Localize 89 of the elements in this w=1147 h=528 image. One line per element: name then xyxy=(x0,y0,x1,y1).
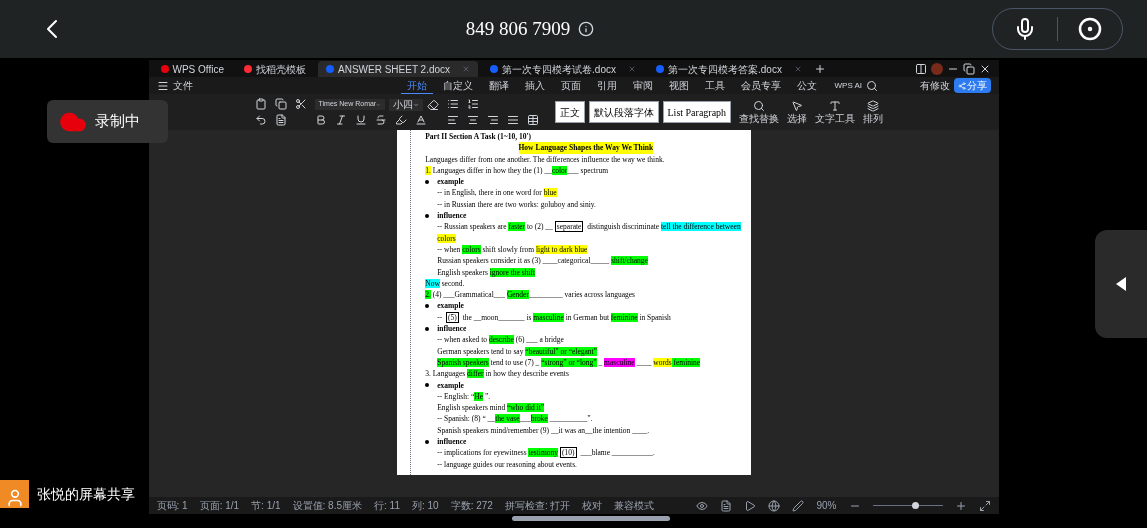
share-icon xyxy=(957,81,966,90)
phone-number: 849 806 7909 xyxy=(465,16,571,41)
new-tab-icon[interactable] xyxy=(813,63,826,75)
status-item: 拼写检查: 打开 xyxy=(504,499,571,513)
status-item: 校对 xyxy=(582,499,603,513)
style-preset[interactable]: List Paragraph xyxy=(662,101,732,123)
underline-icon[interactable] xyxy=(354,113,367,126)
tool-button[interactable]: 文字工具 xyxy=(815,100,856,124)
modified-status[interactable]: 有修改 xyxy=(919,78,950,93)
status-item: 页码: 1 xyxy=(156,499,188,513)
status-item: 设置值: 8.5厘米 xyxy=(292,499,363,513)
align-center-icon[interactable] xyxy=(466,114,479,126)
record-icon[interactable] xyxy=(1078,17,1102,41)
document-tab[interactable]: 第一次专四模考答案.docx xyxy=(648,61,810,77)
align-left-icon[interactable] xyxy=(446,114,459,126)
bullet-icon xyxy=(425,179,430,184)
fullscreen-icon[interactable] xyxy=(978,499,991,512)
strikethrough-icon[interactable] xyxy=(374,113,387,126)
document-tab[interactable]: 找稻壳模板 xyxy=(236,61,314,77)
ribbon-tab[interactable]: 页面 xyxy=(554,78,587,93)
globe-icon[interactable] xyxy=(768,499,781,512)
zoom-reading: 90% xyxy=(816,499,837,513)
document-tab[interactable]: ANSWER SHEET 2.docx xyxy=(318,61,479,77)
ribbon-tab[interactable]: 工具 xyxy=(698,78,731,93)
ai-button[interactable]: WPS AI xyxy=(834,79,863,92)
status-item: 节: 1/1 xyxy=(251,499,281,513)
undo-icon[interactable] xyxy=(254,114,267,126)
info-icon[interactable] xyxy=(578,21,595,37)
ribbon-tab[interactable]: 开始 xyxy=(400,77,433,94)
pen-icon[interactable] xyxy=(792,499,805,512)
play-icon[interactable] xyxy=(744,499,757,512)
tool-button[interactable]: 查找替换 xyxy=(739,100,780,124)
copy-icon[interactable] xyxy=(274,98,287,110)
file-menu[interactable]: 文件 xyxy=(156,78,193,93)
ribbon-tab[interactable]: 会员专享 xyxy=(734,78,787,93)
bullet-icon xyxy=(425,213,430,218)
status-item: 兼容模式 xyxy=(614,499,655,513)
ribbon-tab[interactable]: 翻译 xyxy=(482,78,515,93)
bullet-icon xyxy=(425,326,430,331)
status-item: 字数: 272 xyxy=(450,499,493,513)
bullet-icon xyxy=(425,304,430,309)
status-item: 列: 10 xyxy=(411,499,439,513)
paste-icon[interactable] xyxy=(254,98,267,110)
ribbon-tab[interactable]: 插入 xyxy=(518,78,551,93)
tool-icon xyxy=(791,100,804,112)
triangle-icon xyxy=(1116,277,1126,291)
ribbon-tab[interactable]: 视图 xyxy=(662,78,695,93)
zoom-slider-thumb[interactable] xyxy=(911,502,919,509)
bullet-icon xyxy=(425,439,430,444)
ribbon-tab[interactable]: 自定义 xyxy=(436,78,479,93)
recording-indicator: 录制中 xyxy=(47,100,168,143)
justify-icon[interactable] xyxy=(506,114,519,126)
bullet-list-icon[interactable] xyxy=(446,98,459,110)
style-preset[interactable]: 默认段落字体 xyxy=(588,101,659,123)
bullet-icon xyxy=(425,383,430,388)
ribbon-tab[interactable]: 审阅 xyxy=(626,78,659,93)
search-icon[interactable] xyxy=(866,79,879,92)
page-view-icon[interactable] xyxy=(720,499,733,512)
font-color-icon[interactable] xyxy=(414,113,427,126)
cut-icon[interactable] xyxy=(294,98,307,110)
tool-icon xyxy=(753,100,766,112)
zoom-in-icon[interactable] xyxy=(954,499,967,512)
menu-icon xyxy=(156,79,169,92)
font-size-field[interactable]: 小四 xyxy=(388,98,423,111)
status-item: 页面: 1/1 xyxy=(199,499,240,513)
tool-icon xyxy=(867,100,880,112)
share-button[interactable]: 分享 xyxy=(953,78,991,93)
bold-icon[interactable] xyxy=(314,113,327,126)
screen-share-label: 张悦的屏幕共享 xyxy=(37,484,135,504)
restore-icon[interactable] xyxy=(962,63,975,75)
side-panel-handle[interactable] xyxy=(1095,230,1147,338)
eye-icon[interactable] xyxy=(696,499,709,512)
layout-icon[interactable] xyxy=(914,63,927,75)
table-icon[interactable] xyxy=(526,114,539,126)
ribbon-tab[interactable]: 引用 xyxy=(590,78,623,93)
ribbon-tab[interactable]: 公文 xyxy=(790,78,823,93)
style-preset[interactable]: 正文 xyxy=(554,101,585,123)
tool-button[interactable]: 选择 xyxy=(787,100,808,124)
eraser-icon[interactable] xyxy=(426,98,439,111)
highlighter-icon[interactable] xyxy=(394,113,407,126)
status-item: 行: 11 xyxy=(374,499,400,513)
document-tab[interactable]: WPS Office xyxy=(152,61,232,77)
document-tab[interactable]: 第一次专四模考试卷.docx xyxy=(482,61,644,77)
avatar-icon xyxy=(0,480,29,508)
italic-icon[interactable] xyxy=(334,113,347,126)
numbered-list-icon[interactable] xyxy=(466,98,479,110)
tool-icon xyxy=(829,100,842,112)
align-right-icon[interactable] xyxy=(486,114,499,126)
tool-button[interactable]: 排列 xyxy=(863,100,884,124)
